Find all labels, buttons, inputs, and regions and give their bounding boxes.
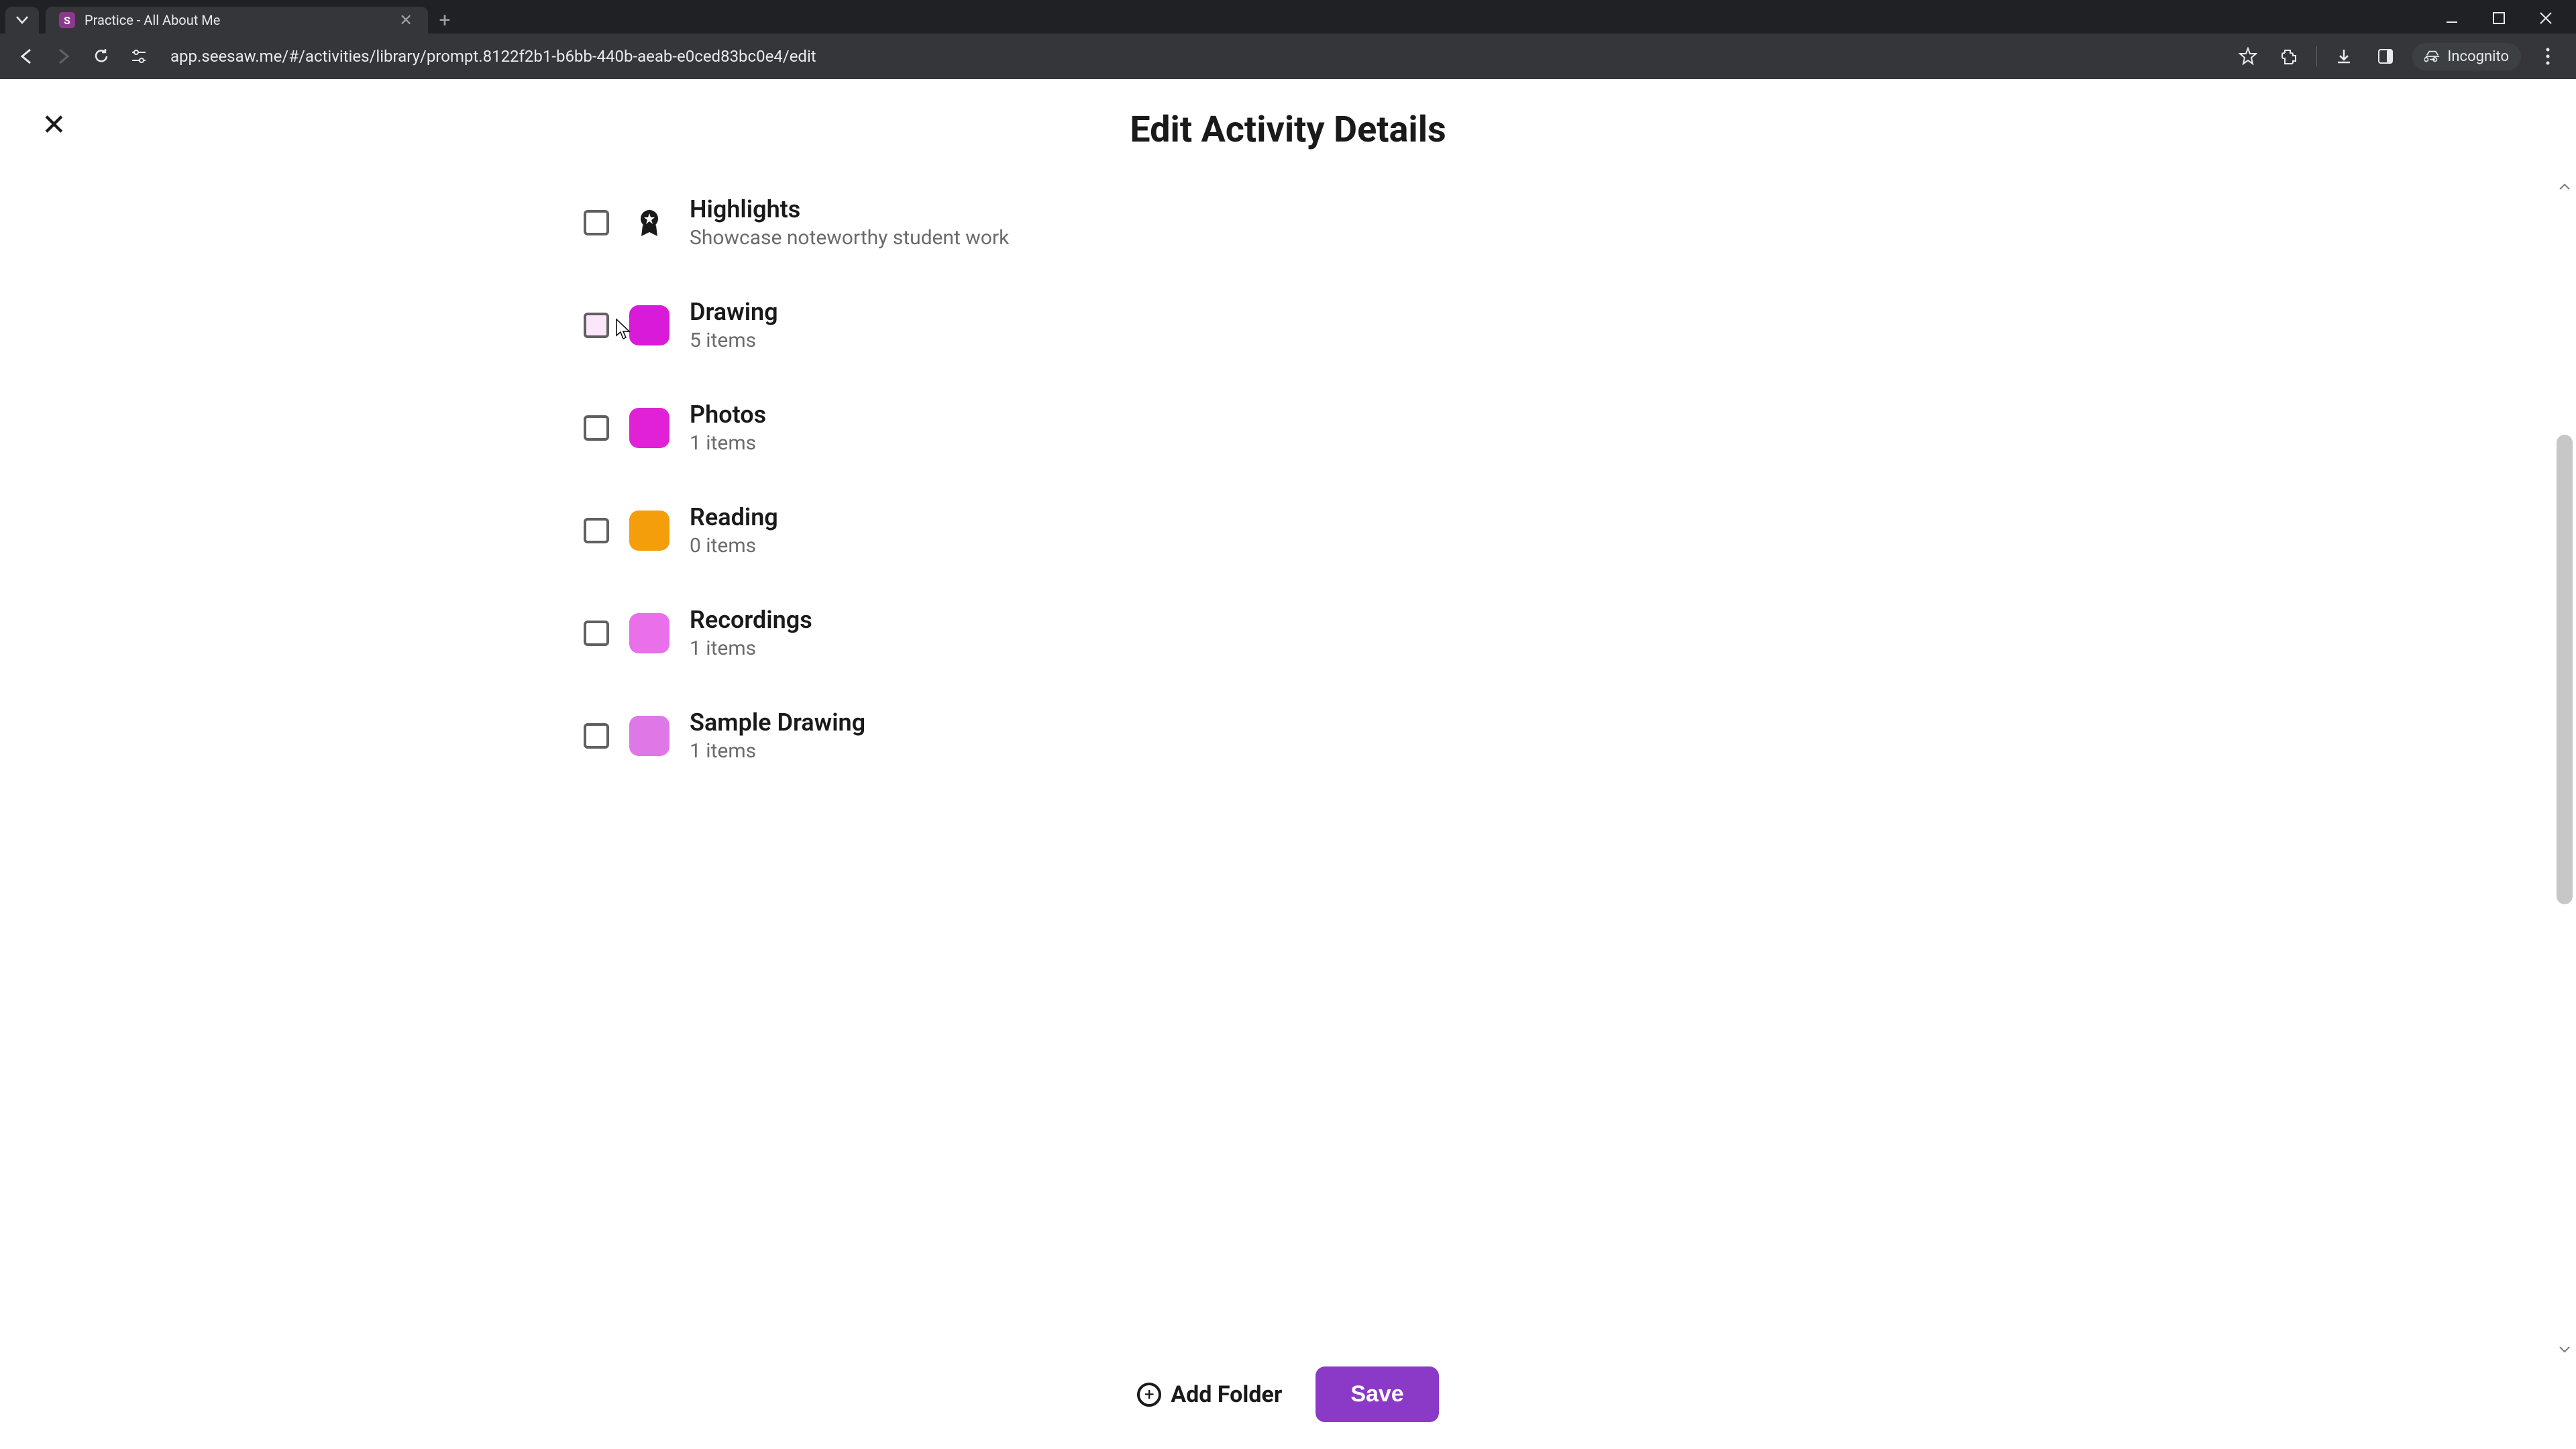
chevron-down-icon: [16, 16, 28, 24]
scrollbar-thumb[interactable]: [2557, 435, 2573, 904]
folder-subtitle: 0 items: [690, 534, 778, 557]
folder-item-photos: Photos 1 items: [584, 376, 1992, 479]
tune-icon: [130, 48, 148, 65]
folder-name: Reading: [690, 503, 778, 531]
folder-item-recordings: Recordings 1 items: [584, 582, 1992, 684]
browser-chrome: S Practice - All About Me ✕ +: [0, 0, 2576, 79]
tab-close-button[interactable]: ✕: [397, 11, 415, 30]
tab-search-button[interactable]: [5, 7, 39, 34]
folder-item-reading: Reading 0 items: [584, 479, 1992, 582]
folder-color-badge: [629, 408, 669, 448]
folder-checkbox[interactable]: [584, 621, 609, 646]
bookmark-button[interactable]: [2233, 42, 2263, 71]
puzzle-icon: [2281, 48, 2298, 65]
folder-list: Highlights Showcase noteworthy student w…: [483, 171, 2093, 1346]
folder-checkbox[interactable]: [584, 415, 609, 441]
folder-subtitle: 1 items: [690, 431, 766, 455]
folder-info: Drawing 5 items: [690, 298, 778, 352]
back-button[interactable]: [13, 44, 39, 69]
kebab-icon: [2546, 48, 2550, 65]
folder-name: Drawing: [690, 298, 778, 326]
maximize-icon: [2493, 12, 2505, 24]
folder-subtitle: 1 items: [690, 637, 812, 660]
highlights-icon: [629, 203, 669, 243]
arrow-right-icon: [54, 47, 73, 66]
forward-button[interactable]: [51, 44, 76, 69]
arrow-left-icon: [17, 47, 36, 66]
browser-tab[interactable]: S Practice - All About Me ✕: [46, 7, 428, 34]
close-icon: [2539, 11, 2553, 25]
folder-name: Recordings: [690, 606, 812, 634]
bottom-action-bar: + Add Folder Save: [0, 1340, 2576, 1449]
folder-checkbox[interactable]: [584, 723, 609, 749]
folder-info: Reading 0 items: [690, 503, 778, 557]
side-panel-button[interactable]: [2371, 42, 2400, 71]
folder-color-badge: [629, 305, 669, 345]
add-folder-label: Add Folder: [1171, 1381, 1282, 1408]
incognito-badge[interactable]: Incognito: [2412, 43, 2521, 70]
folder-color-badge: [629, 511, 669, 551]
folder-checkbox[interactable]: [584, 210, 609, 235]
folder-info: Photos 1 items: [690, 400, 766, 455]
tab-bar: S Practice - All About Me ✕ +: [0, 0, 2576, 34]
incognito-label: Incognito: [2447, 48, 2509, 65]
minimize-button[interactable]: [2442, 8, 2462, 28]
page-title: Edit Activity Details: [0, 79, 2576, 171]
folder-checkbox[interactable]: [584, 313, 609, 338]
site-favicon: S: [59, 12, 75, 28]
save-button[interactable]: Save: [1316, 1366, 1438, 1422]
folder-name: Photos: [690, 400, 766, 429]
folder-info: Recordings 1 items: [690, 606, 812, 660]
close-modal-button[interactable]: ✕: [42, 107, 66, 142]
window-controls: [2442, 0, 2576, 28]
plus-circle-icon: +: [1137, 1383, 1161, 1407]
panel-icon: [2377, 48, 2394, 64]
address-bar: app.seesaw.me/#/activities/library/promp…: [0, 34, 2576, 79]
folder-info: Sample Drawing 1 items: [690, 708, 865, 763]
new-tab-button[interactable]: +: [428, 7, 462, 34]
tab-title: Practice - All About Me: [85, 12, 390, 28]
star-icon: [2239, 47, 2257, 66]
add-folder-button[interactable]: + Add Folder: [1137, 1381, 1282, 1408]
folder-item-sample-drawing: Sample Drawing 1 items: [584, 684, 1992, 787]
download-icon: [2335, 48, 2353, 65]
maximize-button[interactable]: [2489, 8, 2509, 28]
reload-button[interactable]: [89, 44, 114, 69]
site-settings-button[interactable]: [126, 44, 152, 69]
extensions-button[interactable]: [2275, 42, 2304, 71]
folder-subtitle: Showcase noteworthy student work: [690, 226, 1009, 250]
close-window-button[interactable]: [2536, 8, 2556, 28]
menu-button[interactable]: [2533, 42, 2563, 71]
folder-item-drawing: Drawing 5 items: [584, 274, 1992, 376]
folder-color-badge: [629, 716, 669, 756]
folder-subtitle: 5 items: [690, 329, 778, 352]
folder-name: Highlights: [690, 195, 1009, 223]
scroll-up-arrow[interactable]: [2557, 178, 2573, 195]
downloads-button[interactable]: [2329, 42, 2359, 71]
reload-icon: [92, 47, 111, 66]
folder-subtitle: 1 items: [690, 739, 865, 763]
folder-color-badge: [629, 613, 669, 653]
content-area: ✕ Edit Activity Details Highlights Showc…: [0, 79, 2576, 1449]
folder-checkbox[interactable]: [584, 518, 609, 543]
toolbar-divider: [2316, 46, 2317, 66]
folder-name: Sample Drawing: [690, 708, 865, 737]
minimize-icon: [2445, 11, 2459, 25]
folder-item-highlights: Highlights Showcase noteworthy student w…: [584, 171, 1992, 274]
folder-info: Highlights Showcase noteworthy student w…: [690, 195, 1009, 250]
incognito-icon: [2424, 48, 2440, 64]
url-display[interactable]: app.seesaw.me/#/activities/library/promp…: [164, 47, 2221, 66]
